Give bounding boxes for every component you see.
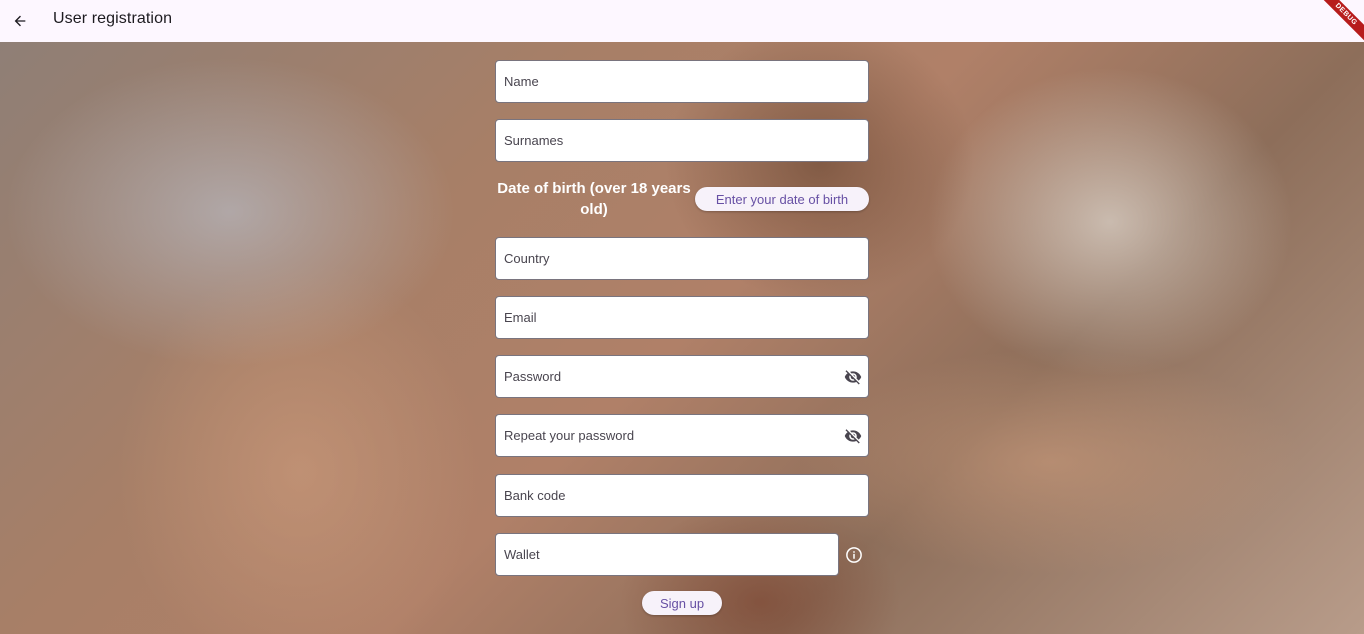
- wallet-input[interactable]: [496, 534, 838, 575]
- country-input[interactable]: [496, 238, 868, 279]
- info-icon[interactable]: [845, 546, 863, 564]
- surnames-field[interactable]: [495, 119, 869, 162]
- back-arrow-icon: [14, 15, 26, 27]
- country-field[interactable]: [495, 237, 869, 280]
- app-bar: User registration DEBUG: [0, 0, 1364, 44]
- email-input[interactable]: [496, 297, 868, 338]
- email-field[interactable]: [495, 296, 869, 339]
- visibility-off-icon[interactable]: [844, 427, 862, 445]
- debug-banner: DEBUG: [1320, 0, 1364, 44]
- password-input[interactable]: [496, 356, 868, 397]
- page-title: User registration: [53, 10, 173, 27]
- bank-code-field[interactable]: [495, 474, 869, 517]
- date-of-birth-button[interactable]: Enter your date of birth: [695, 187, 869, 211]
- wallet-field[interactable]: [495, 533, 839, 576]
- password-field[interactable]: [495, 355, 869, 398]
- repeat-password-input[interactable]: [496, 415, 868, 456]
- date-of-birth-label: Date of birth (over 18 years old): [497, 180, 691, 218]
- repeat-password-field[interactable]: [495, 414, 869, 457]
- back-button[interactable]: [8, 9, 32, 33]
- surnames-input[interactable]: [496, 120, 868, 161]
- bank-code-input[interactable]: [496, 475, 868, 516]
- name-input[interactable]: [496, 61, 868, 102]
- name-field[interactable]: [495, 60, 869, 103]
- debug-label: DEBUG: [1320, 0, 1364, 44]
- visibility-off-icon[interactable]: [844, 368, 862, 386]
- sign-up-button[interactable]: Sign up: [642, 591, 722, 615]
